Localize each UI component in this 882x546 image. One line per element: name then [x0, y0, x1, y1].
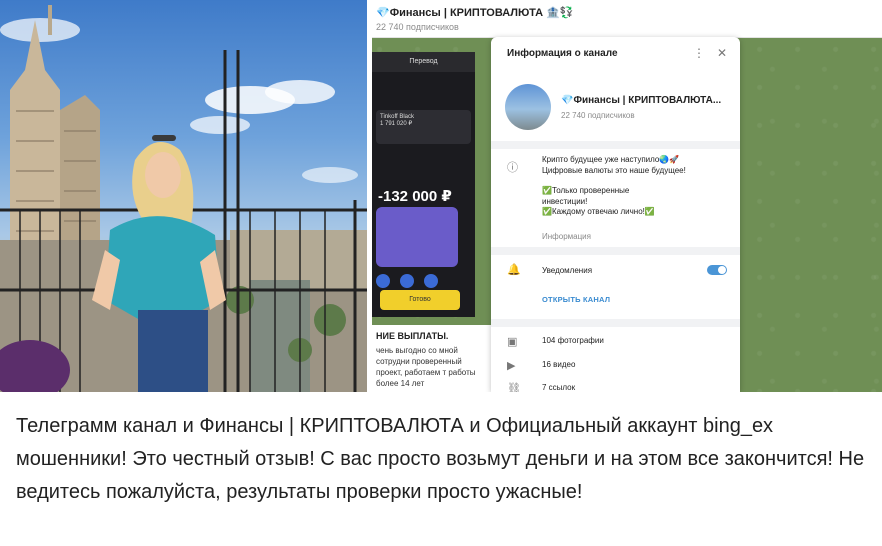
info-icon: ⓘ	[507, 162, 518, 174]
channel-info-panel: Информация о канале ⋮ ✕ 💎Финансы | КРИПТ…	[491, 37, 740, 392]
close-icon[interactable]: ✕	[717, 46, 727, 60]
transfer-header: Перевод	[372, 52, 475, 72]
purple-card	[376, 207, 458, 267]
divider	[491, 319, 740, 327]
profile-photo	[0, 0, 367, 392]
transfer-amount: -132 000 ₽	[378, 188, 452, 205]
channel-avatar[interactable]	[505, 84, 551, 130]
chat-title: 💎Финансы | КРИПТОВАЛЮТА 🏦💱	[376, 7, 574, 19]
chat-header[interactable]: 💎Финансы | КРИПТОВАЛЮТА 🏦💱 22 740 подпис…	[372, 0, 882, 38]
bell-icon: 🔔	[507, 264, 521, 276]
photo-illustration	[0, 5, 367, 392]
photo-icon: ▣	[507, 336, 518, 348]
channel-name: 💎Финансы | КРИПТОВАЛЮТА...	[561, 95, 722, 106]
notifications-toggle[interactable]	[707, 265, 727, 275]
about-line: инвестиции!	[542, 196, 588, 206]
divider	[491, 247, 740, 255]
notifications-label: Уведомления	[542, 266, 593, 275]
more-options-icon[interactable]: ⋮	[693, 46, 705, 60]
channel-description: Крипто будущее уже наступило🌏🚀 Цифровые …	[542, 155, 732, 218]
panel-header: Информация о канале ⋮ ✕	[491, 37, 740, 73]
channel-subscribers: 22 740 подписчиков	[561, 111, 635, 120]
bank-card: Tinkoff Black 1 791 020 ₽	[376, 110, 471, 144]
about-line: ✅Только проверенные	[542, 186, 630, 195]
open-channel-link[interactable]: ОТКРЫТЬ КАНАЛ	[542, 295, 610, 304]
done-button: Готово	[380, 290, 460, 310]
link-icon: ⛓	[507, 383, 521, 392]
about-line: ✅Каждому отвечаю лично!✅	[542, 207, 655, 216]
message-text: чень выгодно со мной сотрудни проверенны…	[376, 346, 476, 388]
about-line: Цифровые валюты это наше будущее!	[542, 165, 686, 175]
chat-message: НИЕ ВЫПЛАТЫ. чень выгодно со мной сотруд…	[372, 325, 492, 392]
divider	[491, 141, 740, 149]
bank-transfer-screenshot: Перевод Tinkoff Black 1 791 020 ₽ -132 0…	[372, 52, 475, 317]
chat-subscribers: 22 740 подписчиков	[376, 22, 459, 32]
message-heading: НИЕ ВЫПЛАТЫ.	[376, 331, 449, 341]
video-icon: ▶	[507, 360, 516, 372]
about-line: Крипто будущее уже наступило🌏🚀	[542, 155, 680, 164]
review-caption: Телеграмм канал и Финансы | КРИПТОВАЛЮТА…	[16, 415, 865, 503]
about-label: Информация	[542, 232, 591, 241]
links-count[interactable]: 7 ссылок	[542, 383, 575, 392]
bank-card-balance: 1 791 020 ₽	[380, 121, 413, 127]
panel-title: Информация о канале	[507, 48, 618, 59]
photos-count[interactable]: 104 фотографии	[542, 336, 604, 345]
videos-count[interactable]: 16 видео	[542, 360, 575, 369]
telegram-screenshot: 💎Финансы | КРИПТОВАЛЮТА 🏦💱 22 740 подпис…	[372, 0, 882, 392]
